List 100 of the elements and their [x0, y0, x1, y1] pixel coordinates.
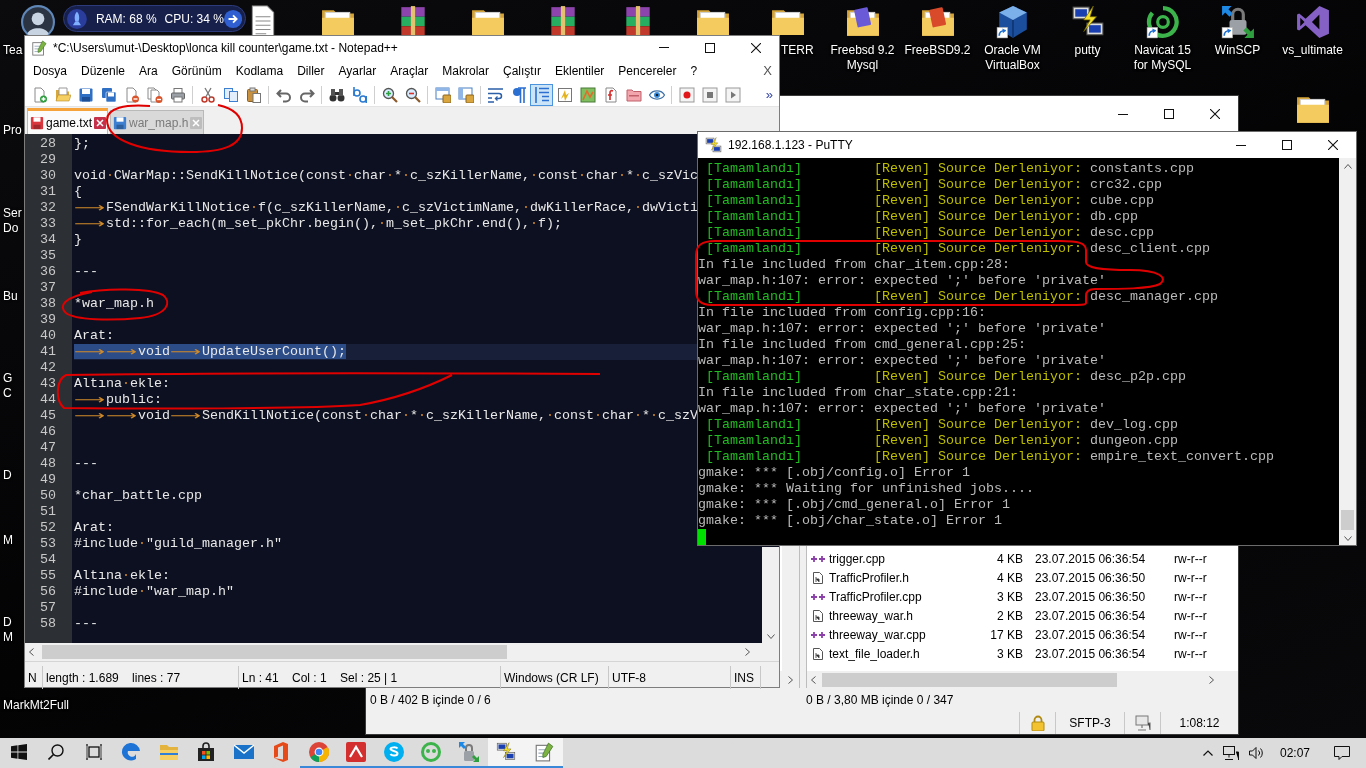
desktop-icon-label[interactable]: Tea: [3, 43, 23, 58]
chevron-left-icon[interactable]: [29, 648, 34, 656]
desktop-icon-label[interactable]: Do: [3, 221, 19, 236]
close-icon: [1328, 140, 1338, 150]
chevron-right-icon[interactable]: [788, 675, 793, 684]
file-name-text: constants.cpp: [1089, 161, 1194, 176]
line-number: 46: [40, 424, 56, 439]
chevron-right-icon[interactable]: [1209, 675, 1214, 684]
line-number: 29: [40, 152, 56, 167]
taskbar-app-button[interactable]: [487, 738, 525, 768]
line-number: 58: [40, 616, 56, 631]
network-monitor-icon: [1134, 715, 1151, 731]
desktop-icon-label[interactable]: putty: [1074, 43, 1101, 58]
menu-item[interactable]: Ayarlar: [331, 62, 384, 80]
scrollbar[interactable]: [762, 547, 779, 643]
desktop-icon-label[interactable]: FreeBSD9.2: [904, 43, 971, 58]
menu-item[interactable]: Dosya: [26, 62, 74, 80]
toolbar-overflow-button[interactable]: »: [763, 87, 775, 102]
file-name[interactable]: threeway_war.cpp: [829, 625, 957, 644]
folder-box-icon[interactable]: [920, 5, 955, 39]
chevron-down-icon[interactable]: [1343, 536, 1352, 541]
desktop-icon-label[interactable]: D: [3, 615, 12, 630]
scrollbar-thumb[interactable]: [42, 645, 507, 659]
build-step-text: [Reven] Source Derleniyor:: [874, 433, 1082, 448]
menu-item[interactable]: Çalıştır: [496, 62, 548, 80]
build-step-text: [Reven] Source Derleniyor:: [874, 177, 1082, 192]
chevron-left-icon[interactable]: [811, 675, 816, 684]
padlock-arrows-icon[interactable]: [1220, 5, 1255, 39]
desktop-icon-label[interactable]: Ser: [3, 206, 22, 221]
file-name[interactable]: TrafficProfiler.h: [829, 568, 957, 587]
build-step-text: [Reven] Source Derleniyor:: [874, 161, 1082, 176]
desktop-icon-label[interactable]: M: [3, 630, 13, 645]
code-line: }: [74, 232, 82, 247]
folder-page-icon: [54, 86, 71, 103]
menu-item[interactable]: Pencereler: [611, 62, 684, 80]
desktop-icon-label[interactable]: C: [3, 386, 12, 401]
menu-item[interactable]: Düzenle: [74, 62, 133, 80]
terminal-line: In file included from char_state.cpp:21:: [698, 385, 1018, 400]
close-document-button[interactable]: X: [760, 63, 775, 79]
desktop-icon-label[interactable]: Oracle VM VirtualBox: [977, 43, 1048, 73]
code-line: ⟶⟶void⟶SendKillNotice(const·char·*·c_szKillerName,·const·char·*·c_szV: [74, 408, 698, 423]
status-text: 0 B / 3,80 MB içinde 0 / 347: [806, 693, 954, 707]
ring-dots-icon: [421, 742, 442, 762]
file-name[interactable]: trigger.cpp: [829, 549, 957, 568]
build-status-text: [Tamamlandı]: [706, 289, 802, 304]
desktop-icon-label[interactable]: D: [3, 468, 12, 483]
file-name[interactable]: TrafficProfiler.cpp: [829, 587, 957, 606]
menu-item[interactable]: ?: [683, 62, 705, 80]
menu-item[interactable]: Görünüm: [164, 62, 229, 80]
text-cursor: [698, 529, 706, 545]
desktop-icon-label[interactable]: Bu: [3, 289, 18, 304]
line-number: 52: [40, 520, 56, 535]
chevron-up-icon[interactable]: [1343, 164, 1352, 169]
build-step-text: [Reven] Source Derleniyor:: [874, 193, 1082, 208]
folder-box-icon[interactable]: [845, 5, 880, 39]
desktop-icon-label[interactable]: Navicat 15 for MySQL: [1127, 43, 1198, 73]
file-name[interactable]: threeway_war.h: [829, 606, 957, 625]
menu-item[interactable]: Kodlama: [228, 62, 291, 80]
chevron-down-icon[interactable]: [766, 634, 775, 639]
cube-icon[interactable]: [995, 5, 1030, 39]
chevron-right-icon[interactable]: [745, 648, 750, 656]
desktop-icon-label[interactable]: WinSCP: [1214, 43, 1261, 58]
line-number: 45: [40, 408, 56, 423]
loop-ribbon-icon[interactable]: [1295, 5, 1330, 39]
desktop-icon-label[interactable]: Freebsd 9.2 Mysql: [827, 43, 898, 73]
build-status-text: [Tamamlandı]: [706, 241, 802, 256]
computers-lightning-icon: [705, 136, 722, 154]
scrollbar[interactable]: [782, 546, 799, 671]
build-status-text: [Tamamlandı]: [706, 225, 802, 240]
menu-item[interactable]: Eklentiler: [548, 62, 612, 80]
menu-item[interactable]: Araçlar: [383, 62, 436, 80]
terminal-line: gmake: *** [.obj/char_state.o] Error 1: [698, 513, 1002, 528]
file-tab[interactable]: game.txt: [27, 108, 109, 134]
desktop-icon-label[interactable]: M: [3, 533, 13, 548]
arrow-right-icon[interactable]: [223, 8, 242, 29]
file-name[interactable]: text_file_loader.h: [829, 644, 957, 663]
desktop-icon-label[interactable]: Pro: [3, 123, 22, 138]
chevron-up-icon: [1202, 750, 1213, 756]
scrollbar-thumb[interactable]: [822, 672, 1117, 687]
scissors-icon: [199, 86, 216, 103]
close-icon[interactable]: [94, 116, 107, 129]
clock[interactable]: 02:07: [1269, 744, 1320, 762]
scrollbar-thumb[interactable]: [1341, 510, 1354, 530]
ring-icon[interactable]: [1145, 5, 1180, 39]
menu-item[interactable]: Diller: [290, 62, 332, 80]
desktop-icon-label[interactable]: G: [3, 371, 13, 386]
notepad-pencil-icon: [31, 39, 47, 56]
file-date: 23.07.2015 06:36:50: [1035, 570, 1146, 585]
scrollbar[interactable]: [1339, 158, 1356, 545]
file-name-text: cube.cpp: [1089, 193, 1154, 208]
code-line: Arat:: [74, 328, 114, 343]
desktop-icon-label[interactable]: vs_ultimate: [1282, 43, 1343, 58]
page-icon: [813, 647, 823, 660]
status-text: 0 B / 402 B içinde 0 / 6: [370, 693, 491, 707]
menu-item[interactable]: Ara: [132, 62, 165, 80]
desktop-icon-label[interactable]: MarkMt2Full: [3, 698, 69, 713]
desktop-icon-label[interactable]: TERR: [781, 43, 814, 58]
scrollbar[interactable]: [807, 671, 1238, 688]
menu-item[interactable]: Makrolar: [435, 62, 496, 80]
line-number: 41: [40, 344, 56, 359]
